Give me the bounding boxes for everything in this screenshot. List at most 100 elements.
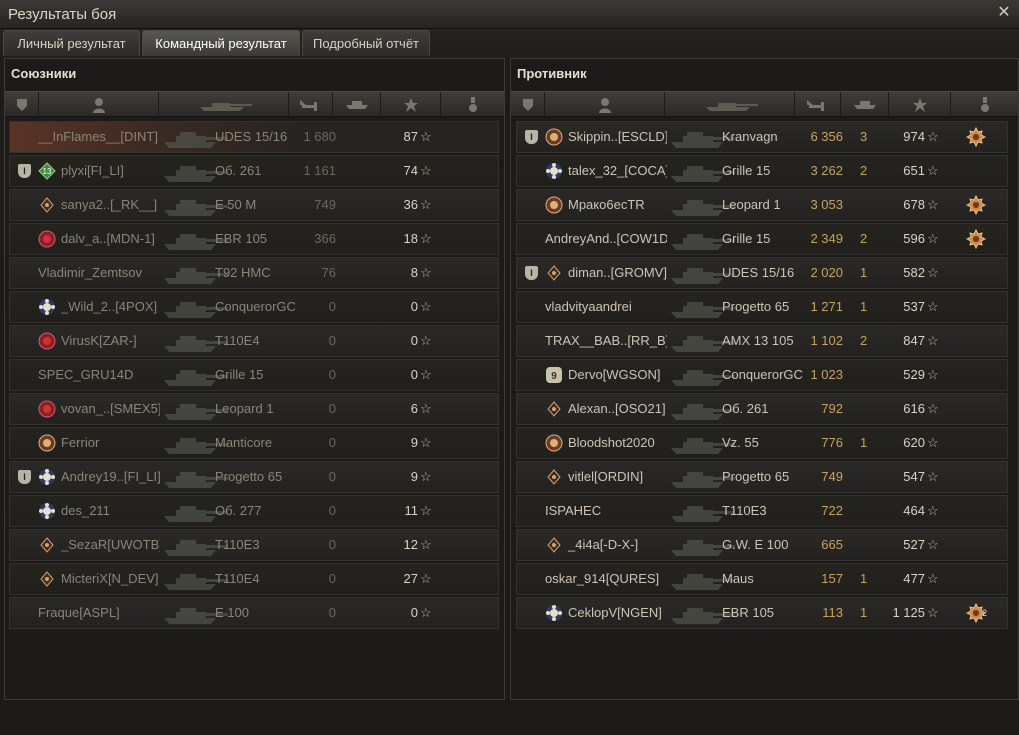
player-row[interactable]: __InFlames__[DINT] UDES 15/16 1 680 87 ☆ bbox=[9, 121, 499, 153]
damage-header-icon[interactable] bbox=[795, 92, 841, 117]
player-row[interactable]: sanya2..[_RK__] E 50 M 749 36 ☆ bbox=[9, 189, 499, 221]
xp-header-icon[interactable] bbox=[889, 92, 951, 117]
xp-star-icon: ☆ bbox=[927, 469, 939, 484]
player-row[interactable]: I Skippin..[ESCLD] Kranvagn 6 356 3 974 ☆ bbox=[516, 121, 1008, 153]
xp-star-icon: ☆ bbox=[927, 333, 939, 348]
damage-header-icon[interactable] bbox=[289, 92, 333, 117]
player-row[interactable]: vitlel[ORDIN] Progetto 65 749 547 ☆ bbox=[516, 461, 1008, 493]
tank-name: G.W. E 100 bbox=[722, 537, 789, 552]
rank-badge-icon bbox=[545, 196, 563, 214]
player-row[interactable]: 9 Dervo[WGSON] ConquerorGC 1 023 529 ☆ bbox=[516, 359, 1008, 391]
kills-header-icon[interactable] bbox=[333, 92, 381, 117]
kills-value bbox=[353, 190, 373, 220]
tab-team-result[interactable]: Командный результат bbox=[142, 30, 300, 56]
xp-star-icon: ☆ bbox=[927, 299, 939, 314]
kills-value: 1 bbox=[860, 435, 868, 450]
rank-badge-icon bbox=[545, 536, 563, 554]
rank-badge-icon bbox=[545, 128, 563, 146]
allies-title: Союзники bbox=[11, 66, 77, 81]
xp-star-icon: ☆ bbox=[420, 129, 432, 144]
kills-value bbox=[353, 326, 373, 356]
medal-header-icon[interactable] bbox=[441, 92, 504, 117]
player-row[interactable]: _4i4a[-D-X-] G.W. E 100 665 527 ☆ bbox=[516, 529, 1008, 561]
xp-value: 620 bbox=[903, 435, 925, 450]
tank-name: E 50 M bbox=[215, 197, 257, 212]
xp-value: 477 bbox=[903, 571, 925, 586]
medal-icon[interactable] bbox=[965, 228, 987, 250]
player-row[interactable]: Fraque[ASPL] E 100 0 0 ☆ bbox=[9, 597, 499, 629]
close-icon[interactable]: ✕ bbox=[995, 4, 1013, 22]
xp-value: 582 bbox=[903, 265, 925, 280]
kills-value: 2 bbox=[860, 333, 868, 348]
damage-value: 749 bbox=[314, 197, 336, 212]
damage-value: 722 bbox=[821, 503, 843, 518]
player-row[interactable]: Bloodshot2020 Vz. 55 776 1 620 ☆ bbox=[516, 427, 1008, 459]
player-name: sanya2..[_RK__] bbox=[61, 197, 158, 212]
tank-name: Grille 15 bbox=[215, 367, 264, 382]
medal-icon[interactable] bbox=[965, 194, 987, 216]
player-row[interactable]: oskar_914[QURES] Maus 157 1 477 ☆ bbox=[516, 563, 1008, 595]
player-row[interactable]: _SezaR[UWOTB] T110E3 0 12 ☆ bbox=[9, 529, 499, 561]
enemies-title: Противник bbox=[517, 66, 587, 81]
tank-name: Leopard 1 bbox=[215, 401, 274, 416]
xp-value: 527 bbox=[903, 537, 925, 552]
player-row[interactable]: des_211 Об. 277 0 11 ☆ bbox=[9, 495, 499, 527]
damage-value: 749 bbox=[821, 469, 843, 484]
player-row[interactable]: vovan_..[SMEX5] Leopard 1 0 6 ☆ bbox=[9, 393, 499, 425]
tab-personal-result[interactable]: Личный результат bbox=[3, 30, 140, 56]
xp-star-icon: ☆ bbox=[420, 503, 432, 518]
player-row[interactable]: Alexan..[OSO21] Об. 261 792 616 ☆ bbox=[516, 393, 1008, 425]
medal-icon[interactable] bbox=[965, 126, 987, 148]
tank-header-icon[interactable] bbox=[159, 92, 289, 117]
player-row[interactable]: Мрако6есTR Leopard 1 3 053 678 ☆ bbox=[516, 189, 1008, 221]
tank-name: T110E4 bbox=[215, 571, 260, 586]
platoon-header-icon[interactable] bbox=[511, 92, 545, 117]
player-row[interactable]: Ferrior Manticore 0 9 ☆ bbox=[9, 427, 499, 459]
platoon-header-icon[interactable] bbox=[5, 92, 39, 117]
tab-detailed-report[interactable]: Подробный отчёт bbox=[302, 30, 430, 56]
xp-star-icon: ☆ bbox=[420, 469, 432, 484]
player-row[interactable]: AndreyAnd..[COW1D] Grille 15 2 349 2 596 ☆ bbox=[516, 223, 1008, 255]
rank-badge-icon bbox=[545, 264, 563, 282]
tank-name: Об. 261 bbox=[722, 401, 769, 416]
xp-value: 847 bbox=[903, 333, 925, 348]
damage-value: 2 020 bbox=[810, 265, 843, 280]
player-row[interactable]: VirusK[ZAR-] T110E4 0 0 ☆ bbox=[9, 325, 499, 357]
player-row[interactable]: I 13 plyxi[FI_LI] Об. 261 1 161 74 ☆ bbox=[9, 155, 499, 187]
player-header-icon[interactable] bbox=[545, 92, 665, 117]
tank-header-icon[interactable] bbox=[665, 92, 795, 117]
player-row[interactable]: SPEC_GRU14D Grille 15 0 0 ☆ bbox=[9, 359, 499, 391]
kills-value bbox=[353, 496, 373, 526]
kills-value bbox=[353, 156, 373, 186]
xp-value: 6 bbox=[410, 401, 418, 416]
player-header-icon[interactable] bbox=[39, 92, 159, 117]
kills-value: 2 bbox=[860, 231, 868, 246]
damage-value: 0 bbox=[328, 435, 336, 450]
damage-value: 3 262 bbox=[810, 163, 843, 178]
kills-value bbox=[860, 462, 880, 492]
player-name: _4i4a[-D-X-] bbox=[568, 537, 639, 552]
player-row[interactable]: MicteriX[N_DEV] T110E4 0 27 ☆ bbox=[9, 563, 499, 595]
player-row[interactable]: TRAX__BAB..[RR_B] AMX 13 105 1 102 2 847 ☆ bbox=[516, 325, 1008, 357]
player-row[interactable]: dalv_a..[MDN-1] EBR 105 366 18 ☆ bbox=[9, 223, 499, 255]
player-row[interactable]: I Andrey19..[FI_LI] Progetto 65 0 9 ☆ bbox=[9, 461, 499, 493]
player-row[interactable]: CeklopV[NGEN] EBR 105 113 1 1 125 ☆ 2 bbox=[516, 597, 1008, 629]
xp-value: 9 bbox=[410, 469, 418, 484]
player-name: diman..[GROMV] bbox=[568, 265, 667, 280]
xp-star-icon: ☆ bbox=[420, 299, 432, 314]
kills-header-icon[interactable] bbox=[841, 92, 889, 117]
player-row[interactable]: Idiman..[GROMV] UDES 15/16 2 020 1 582 ☆ bbox=[516, 257, 1008, 289]
damage-value: 0 bbox=[328, 537, 336, 552]
player-name: _SezaR[UWOTB] bbox=[61, 537, 160, 552]
player-name: plyxi[FI_LI] bbox=[61, 163, 124, 178]
medal-header-icon[interactable] bbox=[951, 92, 1018, 117]
player-row[interactable]: ISPAHEC T110E3 722 464 ☆ bbox=[516, 495, 1008, 527]
player-row[interactable]: _Wild_2..[4POX] ConquerorGC 0 0 ☆ bbox=[9, 291, 499, 323]
kills-value: 1 bbox=[860, 265, 868, 280]
xp-header-icon[interactable] bbox=[381, 92, 441, 117]
player-row[interactable]: talex_32_[COCA] Grille 15 3 262 2 651 ☆ bbox=[516, 155, 1008, 187]
xp-value: 36 bbox=[403, 197, 418, 212]
player-row[interactable]: vladvityaandrei Progetto 65 1 271 1 537 ☆ bbox=[516, 291, 1008, 323]
enemies-panel: Противник I Skippin..[ESCLD] Kranvagn 6 356… bbox=[510, 58, 1019, 700]
player-row[interactable]: Vladimir_Zemtsov T92 HMC 76 8 ☆ bbox=[9, 257, 499, 289]
